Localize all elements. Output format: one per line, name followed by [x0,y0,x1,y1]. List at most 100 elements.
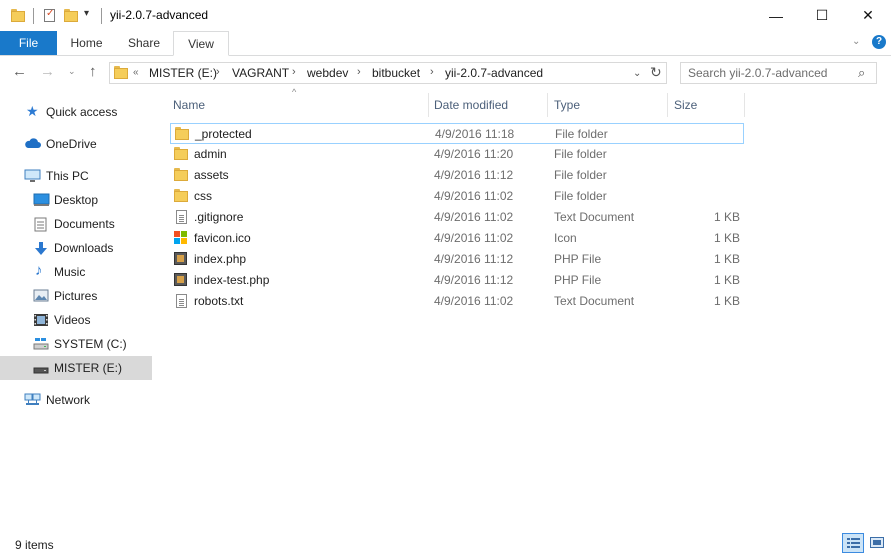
file-date-modified: 4/9/2016 11:12 [434,273,514,287]
column-resize-handle[interactable] [547,93,548,117]
tab-share[interactable]: Share [115,31,173,55]
breadcrumb-mister[interactable]: MISTER (E:) [149,66,217,80]
up-arrow-icon[interactable]: ↑ [89,63,97,80]
sidebar-item-network[interactable]: Network [0,388,152,412]
sidebar-item-mister-drive[interactable]: MISTER (E:) [0,356,152,380]
breadcrumb-current-folder[interactable]: yii-2.0.7-advanced [445,66,543,80]
properties-icon[interactable] [44,8,55,22]
file-date-modified: 4/9/2016 11:02 [434,189,514,203]
breadcrumb-separator-icon[interactable]: › [216,66,220,78]
videos-icon [33,313,49,327]
expand-ribbon-icon[interactable]: ⌄ [852,36,860,47]
refresh-icon[interactable]: ↻ [650,64,662,81]
file-size: 1 KB [713,294,740,308]
sidebar-item-label: Pictures [54,289,98,303]
folder-icon [114,66,128,79]
minimize-button[interactable]: — [753,0,799,31]
file-type: PHP File [554,273,602,287]
sidebar-item-label: Quick access [46,105,118,119]
file-date-modified: 4/9/2016 11:12 [434,252,514,266]
desktop-icon [33,193,50,207]
column-resize-handle[interactable] [667,93,668,117]
customize-quick-access-toolbar-icon[interactable]: ▾ [84,8,89,19]
toolbar-separator [101,8,102,24]
breadcrumb-overflow-icon[interactable]: « [133,67,139,78]
sidebar-item-label: Documents [54,217,115,231]
sidebar-item-documents[interactable]: Documents [0,212,152,236]
toolbar-separator [33,8,34,24]
file-row[interactable]: robots.txt 4/9/2016 11:02 Text Document … [170,291,744,312]
file-name: favicon.ico [194,231,251,245]
file-date-modified: 4/9/2016 11:12 [434,168,514,182]
maximize-button[interactable]: ☐ [799,0,845,31]
column-header-date-modified[interactable]: Date modified [434,98,508,112]
sidebar-item-label: Desktop [54,193,99,207]
forward-arrow-icon[interactable]: → [40,63,55,80]
tab-home[interactable]: Home [58,31,115,55]
back-arrow-icon[interactable]: ← [12,63,27,80]
column-header-name[interactable]: Name [173,98,205,112]
sidebar-item-downloads[interactable]: Downloads [0,236,152,260]
sidebar-item-label: Network [46,393,91,407]
search-icon[interactable]: ⌕ [858,65,865,81]
column-header-size[interactable]: Size [674,98,697,112]
breadcrumb-separator-icon[interactable]: › [430,66,434,78]
new-folder-icon[interactable] [64,9,78,22]
sidebar-item-system-drive[interactable]: SYSTEM (C:) [0,332,152,356]
sidebar-item-desktop[interactable]: Desktop [0,188,152,212]
file-type: File folder [555,127,608,141]
sidebar-item-onedrive[interactable]: OneDrive [0,132,152,156]
column-resize-handle[interactable] [744,93,745,117]
recent-locations-icon[interactable]: ⌄ [68,66,76,77]
file-row[interactable]: index.php 4/9/2016 11:12 PHP File 1 KB [170,249,744,270]
file-row[interactable]: index-test.php 4/9/2016 11:12 PHP File 1… [170,270,744,291]
tab-file[interactable]: File [0,31,57,55]
sidebar-item-quick-access[interactable]: ★ Quick access [0,100,152,124]
column-header-type[interactable]: Type [554,98,580,112]
breadcrumb-webdev[interactable]: webdev [307,66,348,80]
file-type: File folder [554,147,607,161]
ribbon: File Home Share View [0,31,891,56]
file-size: 1 KB [713,252,740,266]
text-document-icon [176,210,187,224]
help-icon[interactable]: ? [872,35,886,49]
sidebar-item-label: SYSTEM (C:) [54,337,127,351]
details-view-button[interactable] [842,533,864,553]
sidebar-item-pictures[interactable]: Pictures [0,284,152,308]
column-resize-handle[interactable] [428,93,429,117]
large-icons-view-button[interactable] [867,533,887,553]
file-name: _protected [195,127,252,141]
sidebar-item-label: MISTER (E:) [54,361,122,375]
php-file-icon [174,252,187,265]
sort-ascending-icon: ^ [292,87,297,97]
file-row[interactable]: .gitignore 4/9/2016 11:02 Text Document … [170,207,744,228]
file-type: File folder [554,189,607,203]
file-row[interactable]: _protected 4/9/2016 11:18 File folder [170,123,744,144]
file-size: 1 KB [713,273,740,287]
file-row[interactable]: css 4/9/2016 11:02 File folder [170,186,744,207]
file-name: .gitignore [194,210,244,224]
file-size: 1 KB [713,210,740,224]
file-row[interactable]: admin 4/9/2016 11:20 File folder [170,144,744,165]
folder-icon [174,189,188,203]
breadcrumb-vagrant[interactable]: VAGRANT [232,66,289,80]
documents-icon [34,217,50,232]
folder-icon [174,168,188,182]
sidebar-item-this-pc[interactable]: This PC [0,164,152,188]
file-name: admin [194,147,227,161]
folder-icon [11,9,25,22]
file-row[interactable]: assets 4/9/2016 11:12 File folder [170,165,744,186]
file-row[interactable]: favicon.ico 4/9/2016 11:02 Icon 1 KB [170,228,744,249]
sidebar-item-videos[interactable]: Videos [0,308,152,332]
file-type: Text Document [554,294,635,308]
tab-view[interactable]: View [173,31,229,56]
close-button[interactable]: ✕ [845,0,891,31]
breadcrumb-separator-icon[interactable]: › [357,66,361,78]
file-type: Text Document [554,210,635,224]
sidebar-item-music[interactable]: ♪ Music [0,260,152,284]
address-dropdown-icon[interactable]: ⌄ [633,68,641,79]
folder-icon [175,127,189,141]
breadcrumb-bitbucket[interactable]: bitbucket [372,66,420,80]
breadcrumb-separator-icon[interactable]: › [292,66,296,78]
sidebar-item-label: Videos [54,313,91,327]
